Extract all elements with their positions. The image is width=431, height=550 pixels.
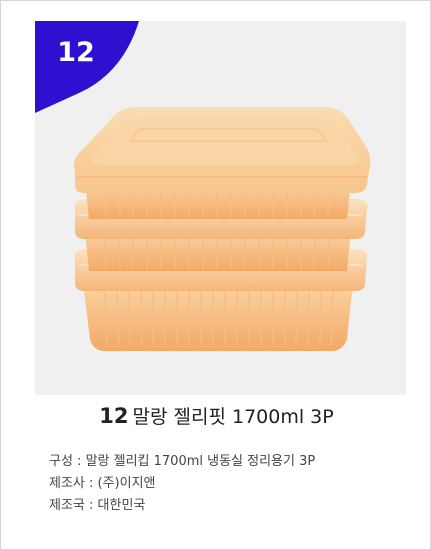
- product-info: 구성 : 말랑 젤리킵 1700ml 냉동실 정리용기 3P 제조사 : (주)…: [49, 451, 419, 517]
- country-text: 제조국 : 대한민국: [49, 498, 146, 513]
- rank-number: 12: [57, 37, 95, 68]
- product-image-panel: 12: [35, 21, 406, 395]
- manufacturer-text: 제조사 : (주)이지앤: [49, 476, 156, 491]
- composition-text: 구성 : 말랑 젤리킵 1700ml 냉동실 정리용기 3P: [49, 454, 316, 469]
- rank-badge: 12: [35, 21, 139, 113]
- product-name: 말랑 젤리핏 1700ml 3P: [132, 406, 334, 428]
- product-card[interactable]: 12 12 말랑 젤리핏 1700ml 3P 구성 : 말랑 젤리킵 1700ml…: [0, 0, 431, 550]
- product-title[interactable]: 12 말랑 젤리핏 1700ml 3P: [1, 401, 431, 432]
- product-number: 12: [99, 404, 129, 428]
